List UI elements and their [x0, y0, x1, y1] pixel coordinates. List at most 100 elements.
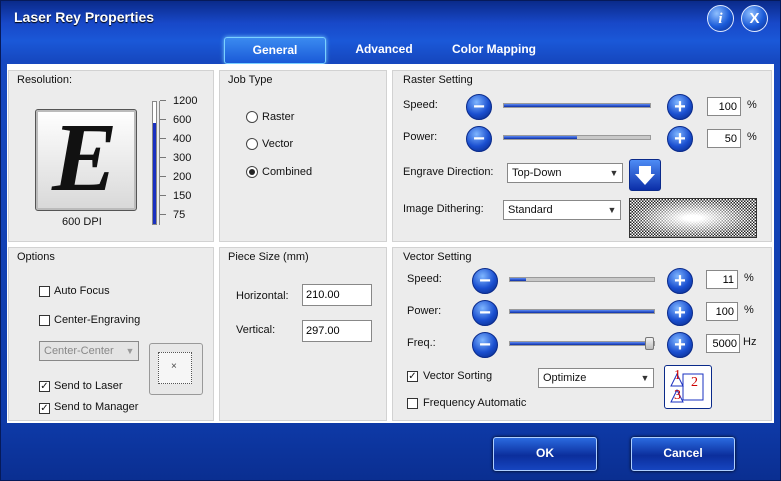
- freq-input[interactable]: [706, 334, 740, 353]
- auto-focus-label: Auto Focus: [54, 285, 110, 297]
- resolution-tick-mark: [160, 157, 166, 158]
- vector-speed-input[interactable]: [706, 270, 738, 289]
- freq-label: Freq.:: [407, 337, 436, 349]
- resolution-tick-mark: [160, 138, 166, 139]
- resolution-tick-label: 600: [173, 114, 192, 126]
- job-type-panel: Job Type Raster Vector Combined: [219, 70, 387, 242]
- vector-power-minus-button[interactable]: −: [472, 300, 498, 326]
- tab-general[interactable]: General: [224, 37, 326, 64]
- engrave-direction-select[interactable]: Top-Down ▼: [507, 163, 623, 183]
- combined-label: Combined: [262, 166, 313, 178]
- resolution-tick-label: 75: [173, 209, 186, 221]
- resolution-tick-mark: [160, 214, 166, 215]
- direction-arrow-button[interactable]: [629, 159, 661, 191]
- resolution-tick-label: 300: [173, 152, 192, 164]
- vector-sorting-select[interactable]: Optimize ▼: [538, 368, 654, 388]
- raster-power-unit: %: [747, 131, 757, 143]
- window-title: Laser Rey Properties: [14, 9, 155, 25]
- dpi-label: 600 DPI: [62, 216, 102, 228]
- raster-power-plus-button[interactable]: +: [667, 126, 693, 152]
- freq-plus-button[interactable]: +: [667, 332, 693, 358]
- raster-speed-unit: %: [747, 99, 757, 111]
- raster-speed-label: Speed:: [403, 99, 438, 111]
- raster-speed-plus-button[interactable]: +: [667, 94, 693, 120]
- order-digit-1: 1: [674, 368, 681, 383]
- tab-bar: General Advanced Color Mapping: [1, 35, 780, 64]
- vector-setting-panel: Vector Setting Speed: − + % Power: − + %…: [392, 247, 772, 421]
- vector-power-input[interactable]: [706, 302, 738, 321]
- vector-speed-fill: [510, 278, 526, 281]
- order-digit-3: 3: [674, 388, 681, 403]
- resolution-tick-label: 150: [173, 190, 192, 202]
- send-to-laser-checkbox[interactable]: ✓: [39, 381, 50, 392]
- send-to-laser-label: Send to Laser: [54, 380, 123, 392]
- resolution-tick-label: 400: [173, 133, 192, 145]
- freq-unit: Hz: [743, 336, 757, 348]
- freq-minus-button[interactable]: −: [472, 332, 498, 358]
- center-mark-icon: ×: [171, 361, 177, 372]
- raster-speed-fill: [504, 104, 650, 107]
- raster-setting-title: Raster Setting: [403, 74, 473, 86]
- raster-speed-slider[interactable]: [503, 103, 651, 108]
- piece-size-title: Piece Size (mm): [228, 251, 309, 263]
- vector-order-icon[interactable]: 1 2 3: [664, 365, 712, 409]
- cancel-button[interactable]: Cancel: [631, 437, 735, 471]
- chevron-down-icon: ▼: [609, 168, 619, 178]
- horizontal-label: Horizontal:: [236, 290, 289, 302]
- frequency-automatic-checkbox[interactable]: [407, 398, 418, 409]
- title-bar: Laser Rey Properties i X: [1, 1, 780, 35]
- radio-raster[interactable]: [246, 111, 258, 123]
- job-type-title: Job Type: [228, 74, 273, 86]
- vector-speed-slider[interactable]: [509, 277, 655, 282]
- resolution-tick-label: 200: [173, 171, 192, 183]
- resolution-slider[interactable]: [152, 101, 157, 225]
- arrow-down-icon: [635, 166, 655, 185]
- vector-power-slider[interactable]: [509, 309, 655, 314]
- resolution-tick-mark: [160, 176, 166, 177]
- properties-window: Laser Rey Properties i X General Advance…: [0, 0, 781, 481]
- auto-focus-checkbox[interactable]: [39, 286, 50, 297]
- radio-combined[interactable]: [246, 166, 258, 178]
- vector-power-unit: %: [744, 304, 754, 316]
- freq-slider[interactable]: [509, 337, 655, 350]
- options-panel: Options Auto Focus Center-Engraving Cent…: [8, 247, 214, 421]
- raster-power-input[interactable]: [707, 129, 741, 148]
- vector-power-label: Power:: [407, 305, 442, 317]
- center-position-select[interactable]: Center-Center ▼: [39, 341, 139, 361]
- close-icon[interactable]: X: [741, 5, 768, 32]
- vector-speed-unit: %: [744, 272, 754, 284]
- vertical-label: Vertical:: [236, 324, 276, 336]
- center-position-grid[interactable]: ×: [149, 343, 203, 395]
- horizontal-input[interactable]: [302, 284, 372, 306]
- vertical-input[interactable]: [302, 320, 372, 342]
- freq-fill: [510, 342, 652, 345]
- image-dithering-select[interactable]: Standard ▼: [503, 200, 621, 220]
- vector-power-plus-button[interactable]: +: [667, 300, 693, 326]
- send-to-manager-checkbox[interactable]: ✓: [39, 403, 50, 414]
- freq-slider-thumb[interactable]: [645, 337, 655, 350]
- raster-label: Raster: [262, 111, 295, 123]
- resolution-slider-fill: [153, 122, 156, 224]
- resolution-tick-label: 1200: [173, 95, 198, 107]
- preview-letter: E: [52, 104, 118, 212]
- piece-size-panel: Piece Size (mm) Horizontal: Vertical:: [219, 247, 387, 421]
- radio-vector[interactable]: [246, 138, 258, 150]
- tab-advanced[interactable]: Advanced: [339, 37, 429, 62]
- vector-sorting-checkbox[interactable]: ✓: [407, 371, 418, 382]
- ok-button[interactable]: OK: [493, 437, 597, 471]
- vector-speed-minus-button[interactable]: −: [472, 268, 498, 294]
- engrave-direction-label: Engrave Direction:: [403, 166, 494, 178]
- center-engraving-checkbox[interactable]: [39, 315, 50, 326]
- vector-speed-plus-button[interactable]: +: [667, 268, 693, 294]
- info-icon[interactable]: i: [707, 5, 734, 32]
- raster-speed-minus-button[interactable]: −: [466, 94, 492, 120]
- raster-power-minus-button[interactable]: −: [466, 126, 492, 152]
- dithering-preview: [629, 198, 757, 238]
- raster-power-slider[interactable]: [503, 135, 651, 140]
- center-engraving-label: Center-Engraving: [54, 314, 141, 326]
- tab-color-mapping[interactable]: Color Mapping: [441, 37, 547, 62]
- resolution-preview: E: [35, 104, 137, 212]
- resolution-panel: Resolution: E 600 DPI 1200 600 400 300 200 15…: [8, 70, 214, 242]
- resolution-title: Resolution:: [17, 74, 73, 86]
- raster-speed-input[interactable]: [707, 97, 741, 116]
